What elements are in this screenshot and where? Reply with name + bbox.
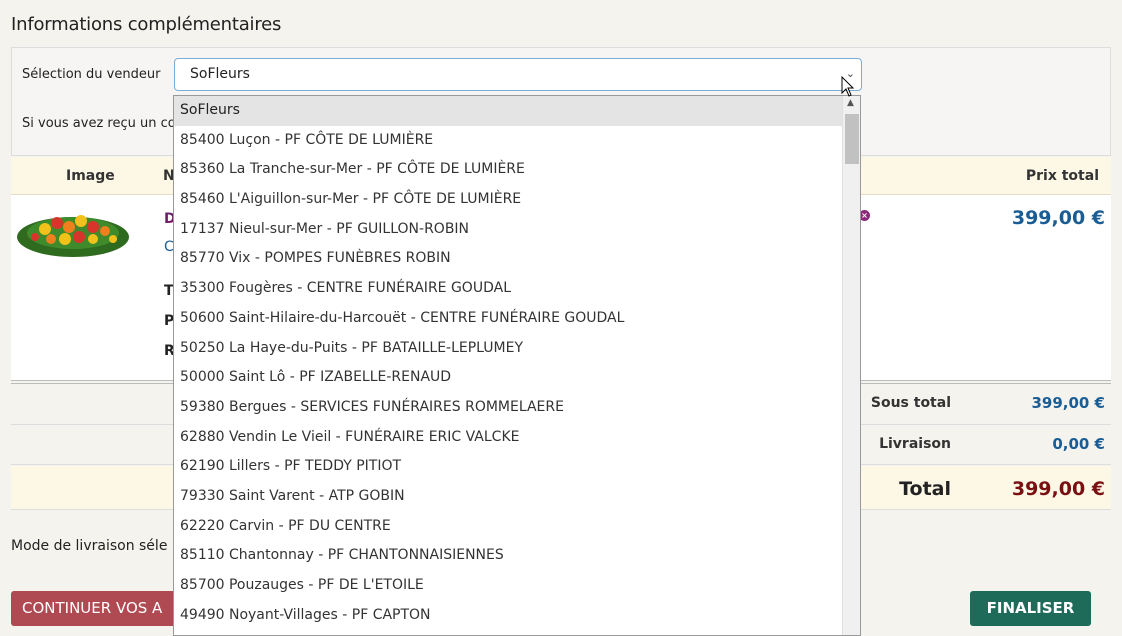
- finish-button[interactable]: FINALISER: [970, 591, 1091, 626]
- dropdown-option[interactable]: 50600 Saint-Hilaire-du-Harcouët - CENTRE…: [174, 304, 843, 334]
- dropdown-option[interactable]: 59380 Bergues - SERVICES FUNÉRAIRES ROMM…: [174, 393, 843, 423]
- dropdown-option[interactable]: 17137 Nieul-sur-Mer - PF GUILLON-ROBIN: [174, 215, 843, 245]
- delivery-value: 0,00 €: [1052, 435, 1105, 453]
- dropdown-option[interactable]: 49490 Noyant-Villages - PF CAPTON: [174, 601, 843, 631]
- dropdown-option[interactable]: 85700 Pouzauges - PF DE L'ETOILE: [174, 571, 843, 601]
- dropdown-option[interactable]: 62880 Vendin Le Vieil - FUNÉRAIRE ERIC V…: [174, 423, 843, 453]
- delivery-mode-label: Mode de livraison séle: [11, 538, 168, 554]
- dropdown-option[interactable]: 85110 Chantonnay - PF CHANTONNAISIENNES: [174, 541, 843, 571]
- vendor-select[interactable]: SoFleurs ⌄: [174, 58, 862, 91]
- total-value: 399,00 €: [1011, 478, 1105, 500]
- subtotal-label: Sous total: [870, 395, 951, 411]
- subtotal-value: 399,00 €: [1031, 394, 1105, 412]
- flower-arrangement-image: [17, 215, 129, 257]
- dropdown-option[interactable]: 35300 Fougères - CENTRE FUNÉRAIRE GOUDAL: [174, 274, 843, 304]
- vendor-row: Sélection du vendeur SoFleurs ⌄: [11, 47, 1111, 97]
- dropdown-options: SoFleurs 85400 Luçon - PF CÔTE DE LUMIÈR…: [174, 96, 843, 630]
- col-image: Image: [66, 168, 115, 184]
- delivery-label: Livraison: [879, 436, 951, 452]
- info-text: Si vous avez reçu un co: [22, 116, 176, 131]
- dropdown-option[interactable]: 50000 Saint Lô - PF IZABELLE-RENAUD: [174, 363, 843, 393]
- scrollbar-thumb[interactable]: [845, 114, 859, 164]
- vendor-select-value: SoFleurs: [190, 66, 250, 82]
- dropdown-scrollbar[interactable]: ▲: [842, 96, 860, 635]
- dropdown-option[interactable]: 50250 La Haye-du-Puits - PF BATAILLE-LEP…: [174, 334, 843, 364]
- continue-shopping-button[interactable]: CONTINUER VOS A: [11, 591, 181, 626]
- scroll-up-icon[interactable]: ▲: [847, 98, 854, 108]
- dropdown-option[interactable]: 85360 La Tranche-sur-Mer - PF CÔTE DE LU…: [174, 155, 843, 185]
- section-title: Informations complémentaires: [11, 14, 282, 35]
- dropdown-option[interactable]: 85770 Vix - POMPES FUNÈBRES ROBIN: [174, 244, 843, 274]
- dropdown-option[interactable]: 62220 Carvin - PF DU CENTRE: [174, 512, 843, 542]
- dropdown-option[interactable]: 62190 Lillers - PF TEDDY PITIOT: [174, 452, 843, 482]
- total-label: Total: [899, 478, 951, 500]
- mouse-cursor-icon: [841, 76, 855, 97]
- dropdown-option[interactable]: SoFleurs: [174, 96, 843, 126]
- item-price: 399,00 €: [1011, 207, 1105, 229]
- col-total: Prix total: [1025, 168, 1099, 184]
- dropdown-option[interactable]: 85460 L'Aiguillon-sur-Mer - PF CÔTE DE L…: [174, 185, 843, 215]
- dropdown-option[interactable]: 85400 Luçon - PF CÔTE DE LUMIÈRE: [174, 126, 843, 156]
- vendor-dropdown-list[interactable]: SoFleurs 85400 Luçon - PF CÔTE DE LUMIÈR…: [173, 95, 861, 636]
- vendor-label: Sélection du vendeur: [22, 67, 161, 82]
- dropdown-option[interactable]: 79330 Saint Varent - ATP GOBIN: [174, 482, 843, 512]
